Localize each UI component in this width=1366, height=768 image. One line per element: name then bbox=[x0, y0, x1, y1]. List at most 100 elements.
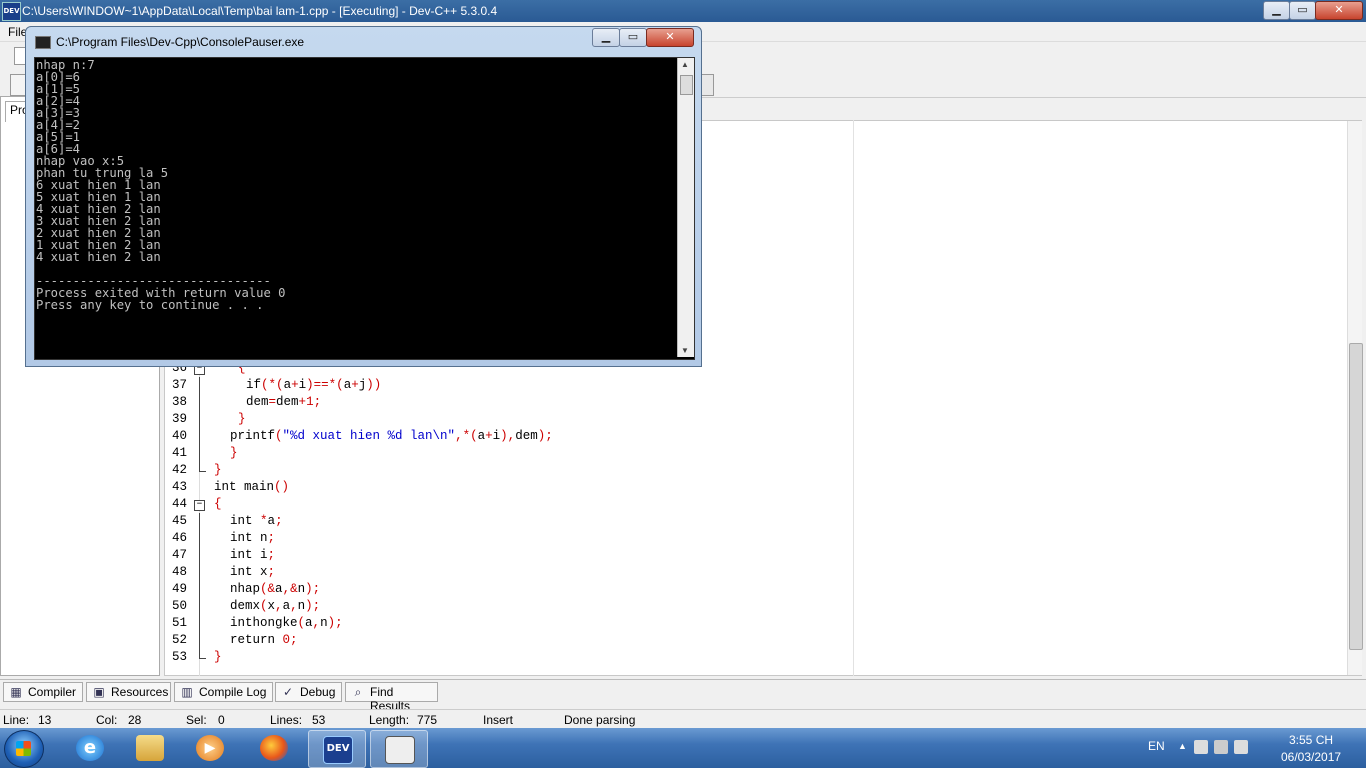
system-tray: EN ▲ 3:55 CH 06/03/2017 bbox=[1126, 728, 1366, 768]
line-number: 37 bbox=[171, 378, 187, 392]
line-code: int i; bbox=[230, 548, 276, 562]
folder-icon bbox=[136, 735, 164, 761]
find-icon: ⌕ bbox=[354, 685, 362, 699]
scroll-up-arrow-icon[interactable]: ▲ bbox=[681, 60, 689, 69]
line-number: 43 bbox=[171, 480, 187, 494]
volume-icon[interactable] bbox=[1234, 740, 1248, 754]
taskbar-media-player[interactable]: ▶ bbox=[182, 730, 238, 766]
code-line[interactable]: 45 int *a; bbox=[165, 513, 845, 530]
fold-guide-line bbox=[199, 513, 200, 530]
console-scrollbar-thumb[interactable] bbox=[680, 75, 693, 95]
fold-guide-line bbox=[199, 394, 200, 411]
scrollbar-thumb[interactable] bbox=[1349, 343, 1363, 650]
code-line[interactable]: 43 int main() bbox=[165, 479, 845, 496]
tab-resources-label: Resources bbox=[111, 685, 169, 699]
line-number: 40 bbox=[171, 429, 187, 443]
tab-compiler[interactable]: ▦ Compiler bbox=[3, 682, 83, 702]
internet-explorer-icon: e bbox=[76, 735, 104, 761]
tab-find-results[interactable]: ⌕ Find Results bbox=[345, 682, 438, 713]
scroll-down-arrow-icon[interactable]: ▼ bbox=[681, 346, 689, 355]
taskbar-ie[interactable]: e bbox=[62, 730, 118, 766]
fold-guide-line bbox=[199, 615, 200, 632]
code-line[interactable]: 37 if(*(a+i)==*(a+j)) bbox=[165, 377, 845, 394]
taskbar-devcpp[interactable]: DEV bbox=[308, 730, 366, 768]
console-close-button[interactable]: ✕ bbox=[646, 28, 694, 47]
close-button[interactable]: ✕ bbox=[1315, 1, 1363, 20]
minimize-button[interactable]: ▁ bbox=[1263, 1, 1290, 20]
code-line[interactable]: 38 dem=dem+1; bbox=[165, 394, 845, 411]
language-indicator[interactable]: EN bbox=[1148, 739, 1165, 753]
fold-guide-line bbox=[199, 581, 200, 598]
console-output-area[interactable]: nhap n:7 a[0]=6 a[1]=5 a[2]=4 a[3]=3 a[4… bbox=[34, 57, 695, 360]
fold-guide-line bbox=[199, 377, 200, 394]
clock-time[interactable]: 3:55 CH bbox=[1289, 733, 1333, 747]
line-code: inthongke(a,n); bbox=[230, 616, 343, 630]
console-output-text: nhap n:7 a[0]=6 a[1]=5 a[2]=4 a[3]=3 a[4… bbox=[36, 58, 286, 312]
line-number: 45 bbox=[171, 514, 187, 528]
code-line[interactable]: 50 demx(x,a,n); bbox=[165, 598, 845, 615]
status-insert-mode: Insert bbox=[483, 713, 514, 727]
windows-logo-icon bbox=[16, 741, 31, 756]
tab-compile-log[interactable]: ▥ Compile Log bbox=[174, 682, 273, 702]
code-line[interactable]: 40 printf("%d xuat hien %d lan\n",*(a+i),… bbox=[165, 428, 845, 445]
console-vertical-scrollbar[interactable]: ▲ ▼ bbox=[677, 58, 694, 357]
fold-guide-line bbox=[199, 547, 200, 564]
status-message: Done parsing bbox=[564, 713, 636, 727]
console-app-icon bbox=[35, 36, 51, 49]
code-line[interactable]: 42} bbox=[165, 462, 845, 479]
line-code: { bbox=[214, 497, 222, 511]
windows-taskbar: e ▶ DEV EN ▲ 3:55 CH 06/03/2017 bbox=[0, 728, 1366, 768]
devcpp-icon: DEV bbox=[323, 736, 353, 764]
code-line[interactable]: 48 int x; bbox=[165, 564, 845, 581]
console-minimize-button[interactable]: ▁ bbox=[592, 28, 620, 47]
line-number: 44 bbox=[171, 497, 187, 511]
code-line[interactable]: 46 int n; bbox=[165, 530, 845, 547]
main-window-titlebar: DEV C:\Users\WINDOW~1\AppData\Local\Temp… bbox=[0, 0, 1366, 22]
tab-compiler-label: Compiler bbox=[28, 685, 77, 699]
line-code: } bbox=[238, 412, 246, 426]
tab-resources[interactable]: ▣ Resources bbox=[86, 682, 171, 702]
code-line[interactable]: 44−{ bbox=[165, 496, 845, 513]
line-number: 46 bbox=[171, 531, 187, 545]
code-line[interactable]: 41} bbox=[165, 445, 845, 462]
clock-date[interactable]: 06/03/2017 bbox=[1281, 750, 1341, 764]
line-number: 48 bbox=[171, 565, 187, 579]
taskbar-firefox[interactable] bbox=[246, 730, 302, 766]
code-line[interactable]: 51 inthongke(a,n); bbox=[165, 615, 845, 632]
console-maximize-button[interactable]: ▭ bbox=[619, 28, 647, 47]
line-code: int main() bbox=[214, 480, 290, 494]
taskbar-explorer[interactable] bbox=[122, 730, 178, 766]
network-icon[interactable] bbox=[1214, 740, 1228, 754]
status-line-value: 13 bbox=[38, 713, 52, 727]
status-length-value: 775 bbox=[417, 713, 438, 727]
show-hidden-icons-icon[interactable]: ▲ bbox=[1178, 741, 1187, 751]
line-code: } bbox=[230, 446, 238, 460]
code-line[interactable]: 39} bbox=[165, 411, 845, 428]
maximize-button[interactable]: ▭ bbox=[1289, 1, 1316, 20]
taskbar-console[interactable] bbox=[370, 730, 428, 768]
fold-guide-line bbox=[199, 632, 200, 649]
status-col-value: 28 bbox=[128, 713, 142, 727]
code-line[interactable]: 47 int i; bbox=[165, 547, 845, 564]
code-line[interactable]: 49 nhap(&a,&n); bbox=[165, 581, 845, 598]
tab-debug[interactable]: ✓ Debug bbox=[275, 682, 342, 702]
line-number: 50 bbox=[171, 599, 187, 613]
status-lines-value: 53 bbox=[312, 713, 326, 727]
fold-guide-line bbox=[199, 411, 200, 428]
line-code: return 0; bbox=[230, 633, 298, 647]
code-line[interactable]: 52 return 0; bbox=[165, 632, 845, 649]
console-window[interactable]: C:\Program Files\Dev-Cpp\ConsolePauser.e… bbox=[25, 26, 702, 367]
fold-end-marker bbox=[199, 462, 206, 472]
chart-icon: ▥ bbox=[181, 685, 193, 699]
line-code: int n; bbox=[230, 531, 276, 545]
resources-icon: ▣ bbox=[93, 685, 105, 699]
tab-debug-label: Debug bbox=[300, 685, 336, 699]
start-button[interactable] bbox=[4, 730, 44, 768]
fold-toggle-icon[interactable]: − bbox=[194, 500, 205, 511]
function-dropdown-arrow[interactable] bbox=[700, 74, 714, 96]
editor-vertical-scrollbar[interactable] bbox=[1347, 121, 1363, 675]
code-line[interactable]: 53} bbox=[165, 649, 845, 666]
action-center-icon[interactable] bbox=[1194, 740, 1208, 754]
tab-compile-log-label: Compile Log bbox=[199, 685, 267, 699]
fold-guide-line bbox=[199, 598, 200, 615]
